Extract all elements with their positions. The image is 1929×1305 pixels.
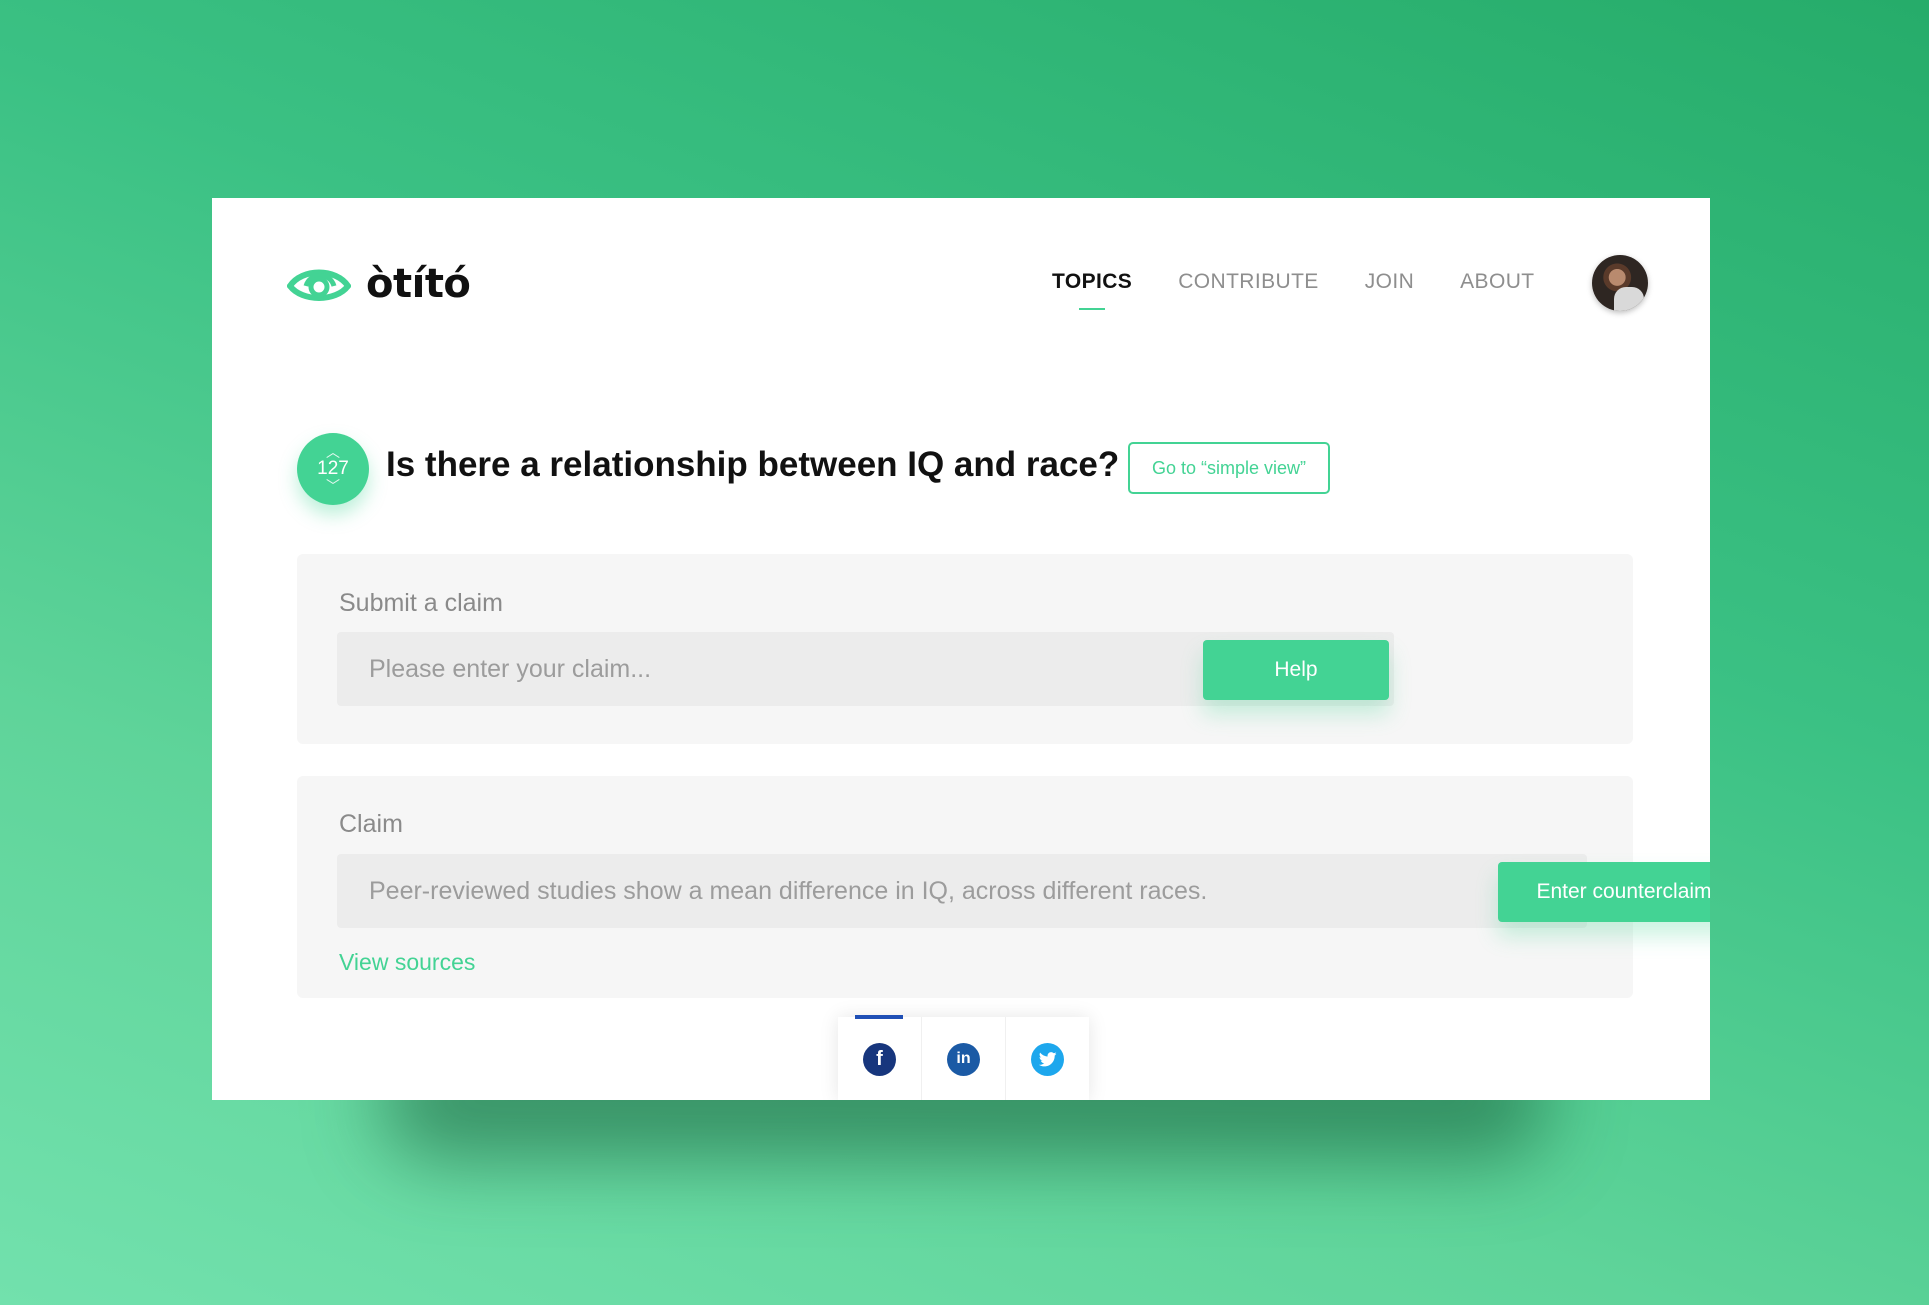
view-sources-link[interactable]: View sources bbox=[339, 949, 475, 976]
enter-counterclaim-button[interactable]: Enter counterclaim bbox=[1498, 862, 1710, 922]
claim-text: Peer-reviewed studies show a mean differ… bbox=[337, 854, 1587, 928]
main-nav: TOPICS CONTRIBUTE JOIN ABOUT bbox=[1052, 270, 1534, 294]
chevron-up-icon[interactable]: ︿ bbox=[326, 445, 340, 459]
submit-claim-label: Submit a claim bbox=[339, 589, 503, 617]
vote-counter: ︿ 127 ﹀ bbox=[297, 433, 369, 505]
simple-view-button[interactable]: Go to “simple view” bbox=[1128, 442, 1330, 494]
share-linkedin[interactable]: in bbox=[921, 1017, 1005, 1100]
share-facebook[interactable]: f bbox=[838, 1015, 921, 1100]
share-twitter[interactable] bbox=[1005, 1017, 1089, 1100]
avatar-figure bbox=[1614, 287, 1644, 311]
twitter-icon bbox=[1031, 1042, 1064, 1076]
logo[interactable]: òtító bbox=[286, 260, 471, 308]
nav-item-join[interactable]: JOIN bbox=[1365, 270, 1414, 294]
eye-logo-icon bbox=[287, 269, 351, 301]
help-button[interactable]: Help bbox=[1203, 640, 1389, 700]
chevron-down-icon[interactable]: ﹀ bbox=[326, 479, 340, 493]
facebook-icon: f bbox=[863, 1042, 896, 1076]
share-bar: f in bbox=[838, 1015, 1089, 1100]
claim-label: Claim bbox=[339, 810, 403, 838]
nav-item-topics[interactable]: TOPICS bbox=[1052, 270, 1132, 294]
submit-claim-card: Submit a claim Please enter your claim..… bbox=[297, 554, 1633, 744]
claim-card: Claim Peer-reviewed studies show a mean … bbox=[297, 776, 1710, 998]
linkedin-icon: in bbox=[947, 1042, 980, 1076]
page-title: Is there a relationship between IQ and r… bbox=[386, 445, 1120, 484]
user-avatar[interactable] bbox=[1592, 255, 1648, 311]
nav-item-contribute[interactable]: CONTRIBUTE bbox=[1178, 270, 1319, 294]
brand-name: òtító bbox=[366, 261, 471, 307]
nav-item-about[interactable]: ABOUT bbox=[1460, 270, 1534, 294]
vote-count: 127 bbox=[317, 458, 349, 479]
app-window: òtító TOPICS CONTRIBUTE JOIN ABOUT ︿ 127… bbox=[212, 198, 1710, 1100]
twitter-bird-glyph bbox=[1038, 1051, 1057, 1066]
